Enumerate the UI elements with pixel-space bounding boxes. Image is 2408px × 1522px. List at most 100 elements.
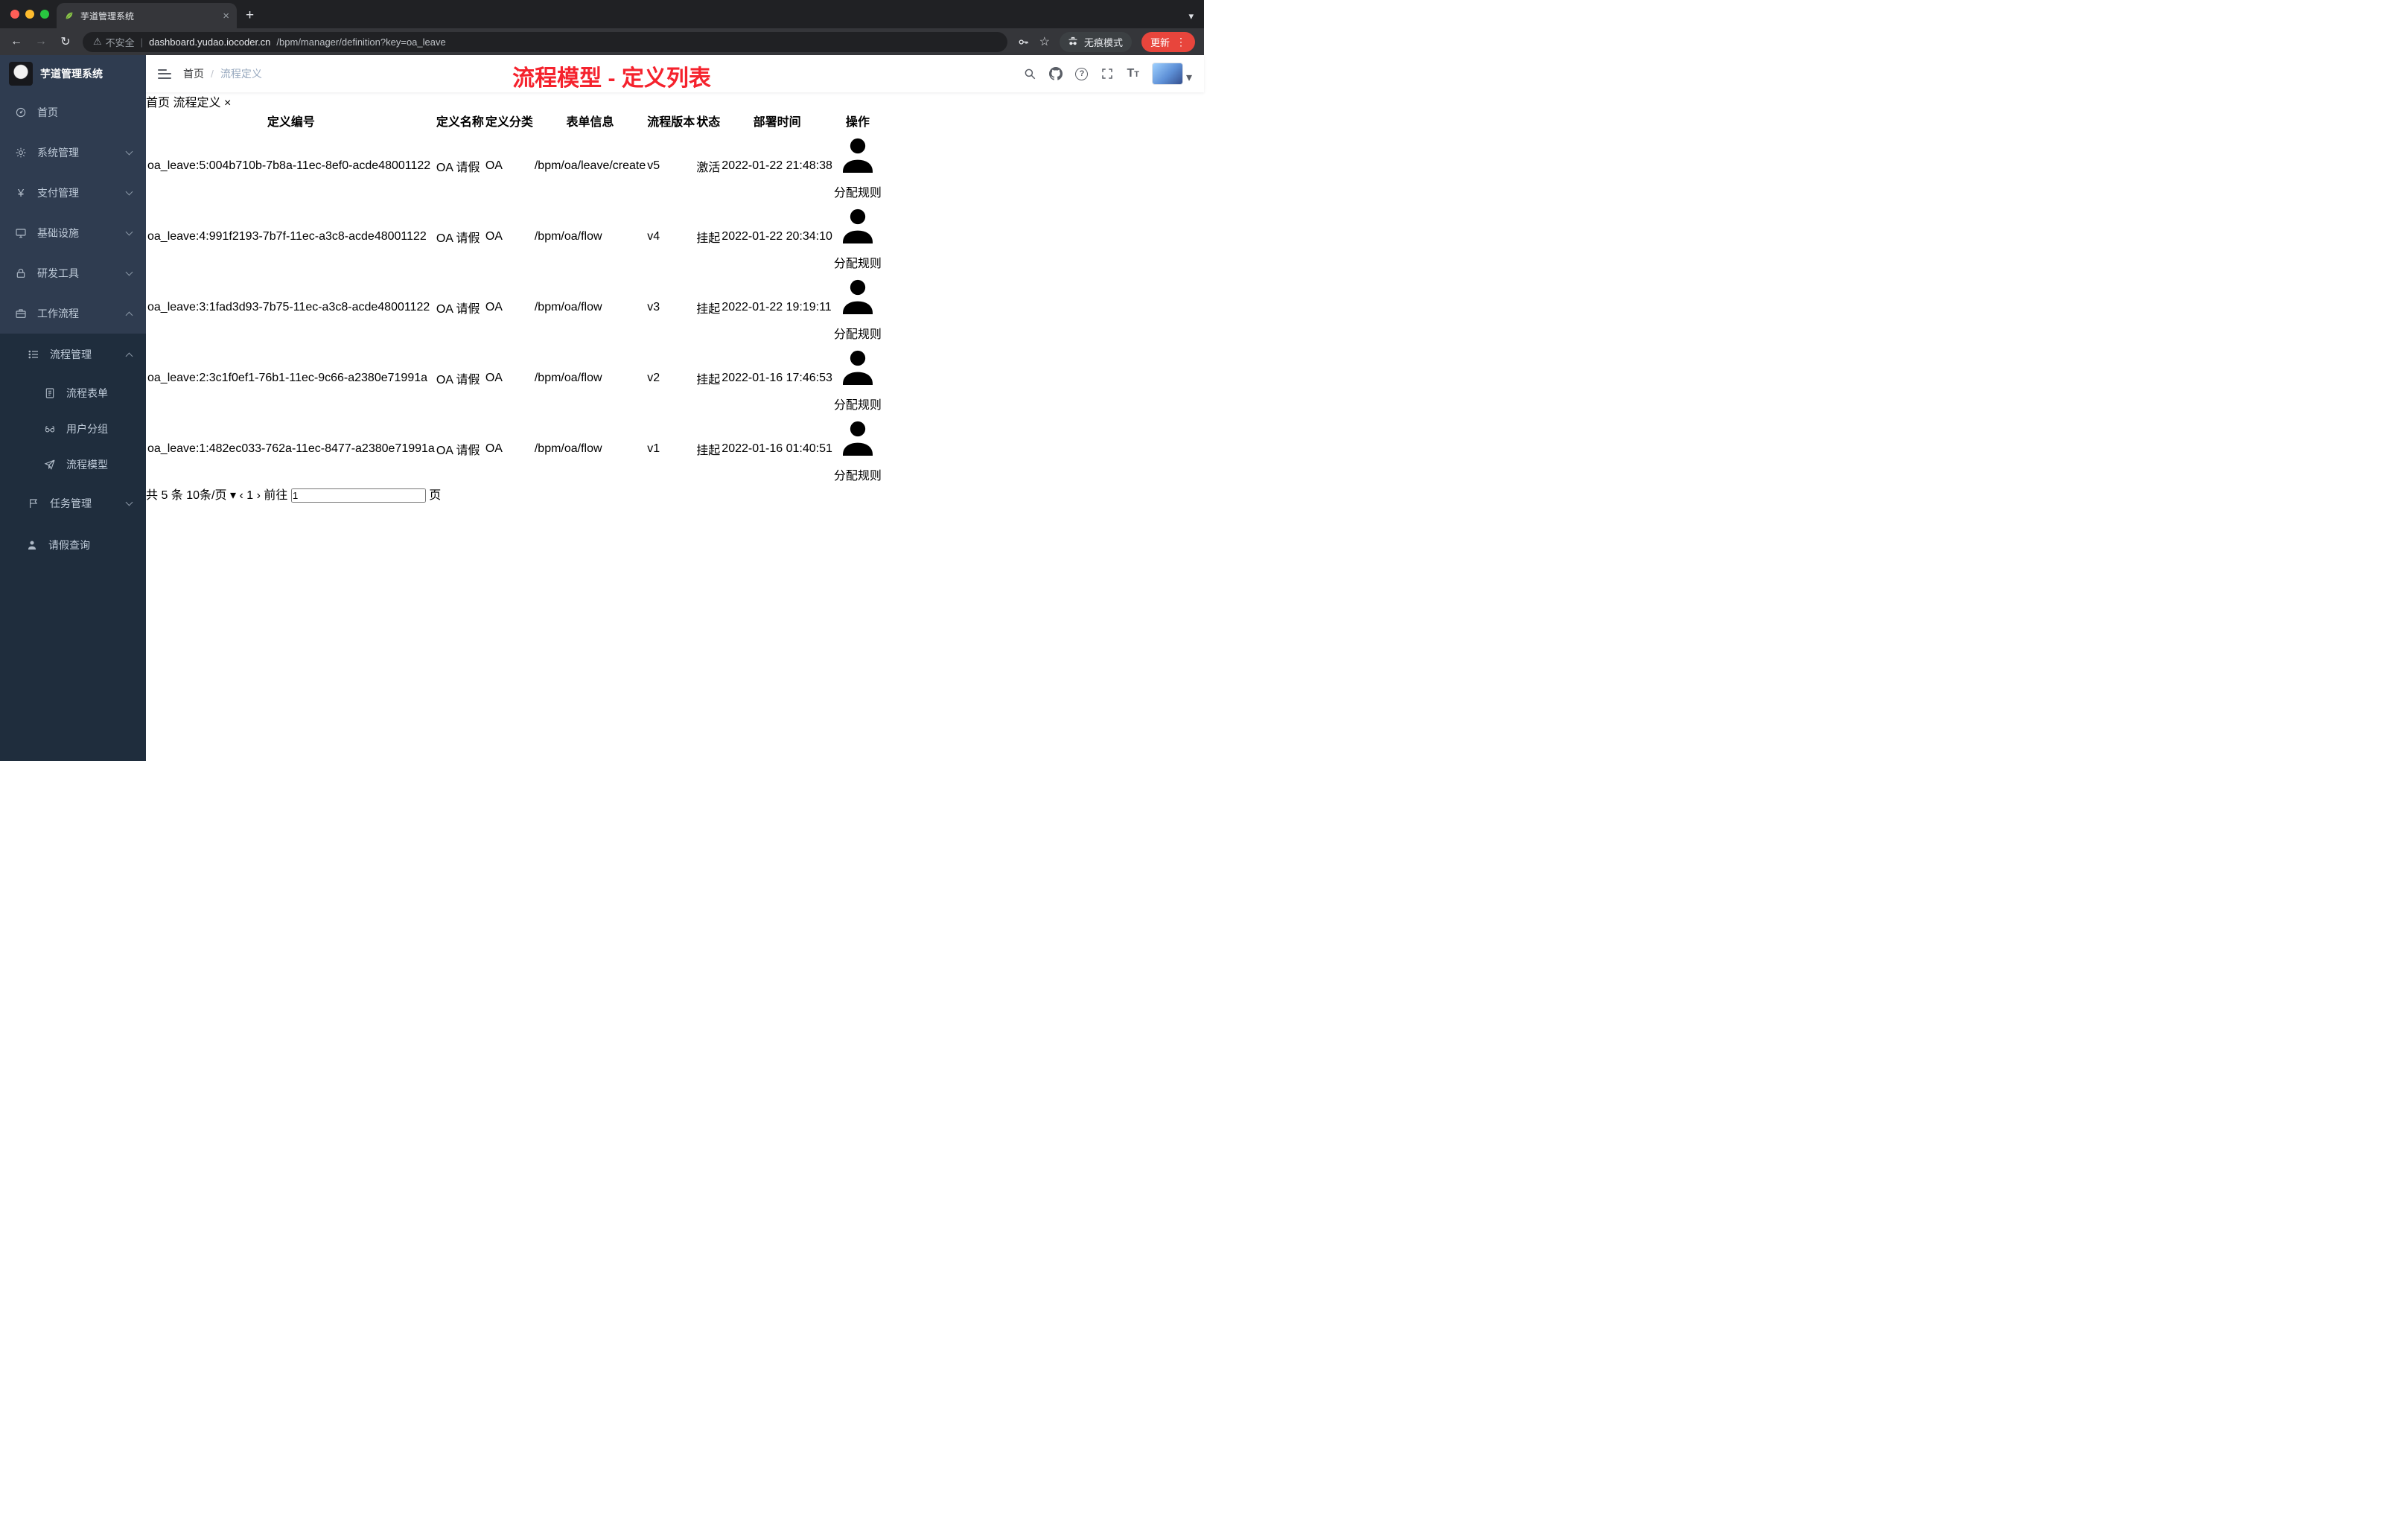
page-content: 定义编号 定义名称 定义分类 表单信息 流程版本 状态 部署时间 操作 oa_l…	[146, 110, 1204, 503]
form-link[interactable]: /bpm/oa/leave/create	[535, 159, 646, 172]
sidebar-item-process-model[interactable]: 流程模型	[0, 447, 146, 483]
sidebar-item-label: 工作流程	[37, 308, 79, 319]
bookmark-star-icon[interactable]: ☆	[1039, 34, 1050, 49]
current-page-button[interactable]: 1	[246, 489, 253, 502]
form-link[interactable]: /bpm/oa/flow	[535, 230, 602, 243]
form-link[interactable]: /bpm/oa/flow	[535, 372, 602, 384]
person-icon	[842, 138, 873, 173]
definition-name-link[interactable]: OA 请假	[436, 232, 480, 245]
tag-close-icon[interactable]: ×	[224, 97, 231, 109]
person-icon	[842, 279, 873, 315]
window-zoom-button[interactable]	[40, 10, 49, 19]
version-tag: v5	[647, 159, 660, 172]
definition-name-link[interactable]: OA 请假	[436, 374, 480, 386]
back-button[interactable]: ←	[9, 35, 24, 48]
main-panel: 首页 / 流程定义 流程模型 - 定义列表 ? TT ▾ 首页 流程定义 × 定…	[146, 55, 1204, 761]
search-icon[interactable]	[1023, 67, 1036, 80]
font-size-icon[interactable]: TT	[1127, 67, 1139, 80]
sidebar-item-system[interactable]: 系统管理	[0, 133, 146, 173]
sidebar-item-payment[interactable]: ¥ 支付管理	[0, 173, 146, 213]
page-size-select[interactable]: 10条/页 ▾	[186, 489, 239, 502]
url-host: dashboard.yudao.iocoder.cn	[149, 36, 271, 48]
breadcrumb: 首页 / 流程定义	[183, 66, 262, 81]
sidebar: 芋道管理系统 首页 系统管理 ¥ 支付管理 基础设施 研发工具 工作流程 流程管…	[0, 55, 146, 761]
sidebar-item-label: 流程表单	[66, 387, 108, 399]
tab-favicon-icon	[64, 10, 74, 21]
sidebar-toggle-icon[interactable]	[158, 69, 171, 79]
sidebar-logo[interactable]: 芋道管理系统	[0, 55, 146, 92]
table-header-row: 定义编号 定义名称 定义分类 表单信息 流程版本 状态 部署时间 操作	[147, 112, 882, 130]
sidebar-item-task-management[interactable]: 任务管理	[0, 483, 146, 524]
browser-tab[interactable]: 芋道管理系统 ×	[57, 3, 237, 28]
chevron-down-icon: ▾	[229, 489, 236, 503]
sidebar-item-leave-query[interactable]: 请假查询	[0, 524, 146, 566]
assign-rule-link[interactable]: 分配规则	[834, 421, 882, 483]
address-bar[interactable]: ⚠ 不安全 | dashboard.yudao.iocoder.cn/bpm/m…	[83, 31, 1007, 52]
assign-rule-link[interactable]: 分配规则	[834, 279, 882, 341]
fullscreen-icon[interactable]	[1101, 67, 1114, 80]
reload-button[interactable]: ↻	[58, 34, 73, 49]
sidebar-item-infra[interactable]: 基础设施	[0, 213, 146, 253]
definition-category: OA	[485, 442, 503, 455]
dashboard-icon	[14, 106, 28, 118]
user-avatar[interactable]: ▾	[1151, 63, 1192, 85]
prev-page-button[interactable]: ‹	[239, 489, 243, 502]
col-status: 状态	[696, 116, 721, 129]
person-icon	[842, 350, 873, 386]
workflow-submenu: 流程管理 流程表单 用户分组 流程模型 任务管理 请假查询	[0, 334, 146, 761]
password-key-icon[interactable]	[1017, 36, 1030, 48]
new-tab-button[interactable]: +	[246, 7, 254, 24]
definition-name-link[interactable]: OA 请假	[436, 303, 480, 316]
sidebar-item-user-group[interactable]: 用户分组	[0, 411, 146, 447]
sidebar-item-home[interactable]: 首页	[0, 92, 146, 133]
deploy-time: 2022-01-22 21:48:38	[722, 159, 832, 172]
help-icon[interactable]: ?	[1075, 67, 1089, 80]
sidebar-item-label: 研发工具	[37, 267, 79, 279]
table-row: oa_leave:1:482ec033-762a-11ec-8477-a2380…	[147, 414, 882, 483]
breadcrumb-home-link[interactable]: 首页	[183, 66, 204, 81]
github-icon[interactable]	[1049, 67, 1063, 80]
deploy-time: 2022-01-16 01:40:51	[722, 442, 832, 455]
screenshot-annotation: 流程模型 - 定义列表	[512, 66, 711, 91]
window-close-button[interactable]	[10, 10, 19, 19]
assign-rule-link[interactable]: 分配规则	[834, 138, 882, 200]
incognito-label: 无痕模式	[1083, 36, 1123, 48]
tag-process-definition[interactable]: 流程定义 ×	[173, 97, 231, 109]
update-browser-button[interactable]: 更新 ⋮	[1141, 31, 1195, 52]
definition-name-link[interactable]: OA 请假	[436, 162, 480, 174]
sidebar-item-process-management[interactable]: 流程管理	[0, 334, 146, 375]
tab-close-icon[interactable]: ×	[223, 10, 229, 22]
paper-plane-icon	[43, 459, 57, 471]
col-form-info: 表单信息	[566, 116, 614, 129]
sidebar-item-process-form[interactable]: 流程表单	[0, 375, 146, 411]
next-page-button[interactable]: ›	[257, 489, 261, 502]
definition-category: OA	[485, 229, 503, 243]
chevron-down-icon	[125, 268, 133, 276]
table-row: oa_leave:5:004b710b-7b8a-11ec-8ef0-acde4…	[147, 131, 882, 200]
assign-rule-link[interactable]: 分配规则	[834, 208, 882, 270]
sidebar-item-workflow[interactable]: 工作流程	[0, 293, 146, 334]
forward-button[interactable]: →	[34, 35, 48, 48]
form-link[interactable]: /bpm/oa/flow	[535, 301, 602, 313]
security-chip[interactable]: ⚠ 不安全	[93, 35, 135, 49]
col-process-version: 流程版本	[647, 116, 695, 129]
pagination: 共 5 条 10条/页 ▾ ‹ 1 › 前往 页	[146, 485, 1204, 503]
breadcrumb-separator: /	[211, 68, 214, 80]
monitor-icon	[14, 227, 28, 239]
goto-page-input[interactable]	[290, 488, 426, 503]
col-definition-id: 定义编号	[267, 116, 315, 129]
deploy-time: 2022-01-16 17:46:53	[722, 371, 832, 384]
sidebar-item-label: 首页	[37, 106, 58, 118]
browser-tabstrip: 芋道管理系统 × + ▾	[0, 0, 1204, 28]
status-badge: 挂起	[696, 232, 721, 245]
sidebar-item-devtools[interactable]: 研发工具	[0, 253, 146, 293]
tab-search-button[interactable]: ▾	[1188, 10, 1194, 22]
assign-rule-link[interactable]: 分配规则	[834, 350, 882, 412]
definition-category: OA	[485, 371, 503, 384]
tag-home[interactable]: 首页	[146, 97, 173, 109]
window-minimize-button[interactable]	[25, 10, 34, 19]
browser-menu-icon[interactable]: ⋮	[1176, 36, 1186, 48]
table-row: oa_leave:4:991f2193-7b7f-11ec-a3c8-acde4…	[147, 202, 882, 271]
form-link[interactable]: /bpm/oa/flow	[535, 442, 602, 455]
definition-name-link[interactable]: OA 请假	[436, 445, 480, 457]
